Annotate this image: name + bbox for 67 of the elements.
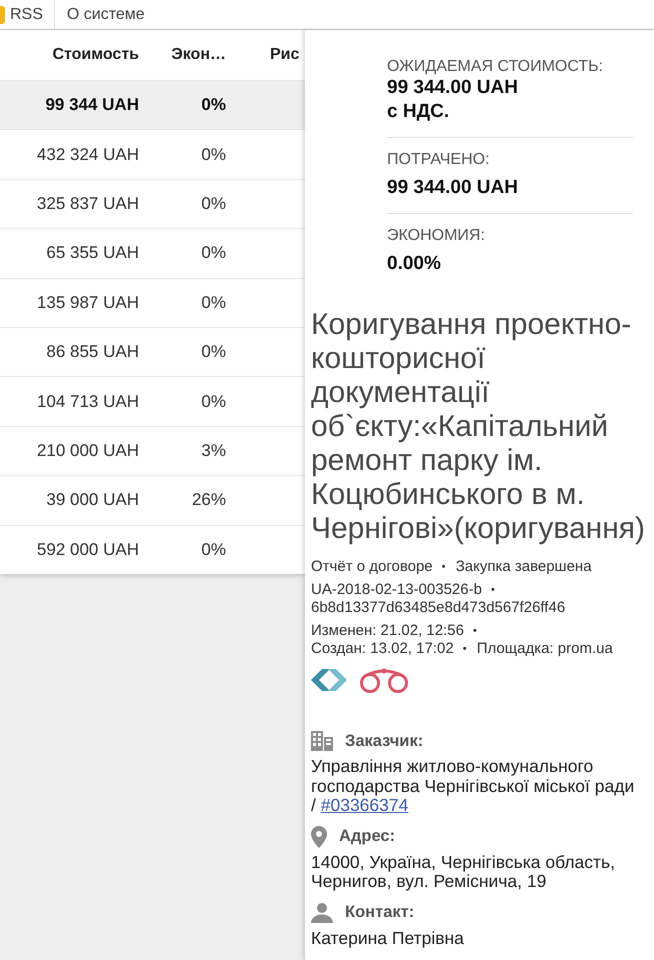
binoculars-icon[interactable] — [359, 667, 409, 693]
contact-name: Катерина Петрівна — [311, 928, 465, 948]
column-header[interactable]: Рис — [237, 46, 305, 64]
table-cell-text: 135 987 UAH — [36, 292, 140, 313]
table-cell-text: 3% — [200, 440, 227, 461]
table-row[interactable]: 39 000 UAH 26% — [0, 475, 305, 525]
section-label: Заказчик: — [345, 732, 424, 750]
stat-value: 0.00% — [387, 252, 442, 276]
customer-id-link[interactable]: #03366374 — [320, 795, 408, 815]
table-cell-text: 0% — [200, 342, 227, 362]
bullet-separator: • — [462, 643, 467, 655]
bullet-separator: • — [490, 584, 495, 596]
bullet-separator: • — [472, 625, 477, 637]
stat-label: ОЖИДАЕМАЯ СТОИМОСТЬ: — [387, 58, 604, 76]
customer-name: Управління житлово-комунального господарства Чернігівської міської ради / #03366374 — [311, 757, 636, 816]
meta-text: Отчёт о договоре — [311, 558, 433, 575]
map-pin-icon — [311, 826, 327, 848]
table-row[interactable]: 210 000 UAH 3% — [0, 426, 305, 476]
table-cell-text: 210 000 UAH — [36, 440, 140, 461]
stat-label: ПОТРАЧЕНО: — [387, 151, 491, 169]
nav-link[interactable]: RSS — [10, 6, 43, 24]
table-cell-text: 0% — [200, 194, 227, 214]
table-cell-text: 0% — [200, 292, 227, 313]
meta-text: Создан: 13.02, 17:02 — [311, 640, 454, 657]
table-cell-text: 104 713 UAH — [36, 392, 140, 412]
meta-text: Площадка: prom.ua — [476, 640, 613, 657]
feed-icon — [0, 6, 5, 24]
table-cell-text: 432 324 UAH — [36, 144, 140, 165]
section-label: Адрес: — [339, 827, 396, 846]
table-cell-text: 65 355 UAH — [45, 243, 140, 264]
table-cell-text: 0% — [200, 95, 227, 116]
address-text: 14000, Україна, Чернігівська область, Чернигов, вул. Реміснича, 19 — [311, 852, 616, 892]
stat-value: 99 344.00 UAH — [387, 176, 519, 200]
table-row[interactable]: 104 713 UAH 0% — [0, 376, 305, 426]
table-cell-text: 0% — [200, 243, 227, 264]
meta-text: 6b8d13377d63485e8d473d567f26ff46 — [311, 599, 566, 616]
column-header[interactable]: Стоимость — [0, 46, 150, 64]
table-cell-text: 26% — [190, 490, 227, 510]
table-cell-text: 99 344 UAH — [44, 95, 140, 116]
nav-link[interactable]: О системе — [66, 6, 145, 24]
building-icon — [311, 731, 333, 751]
column-header[interactable]: Экон… — [150, 46, 237, 64]
table-row[interactable]: 99 344 UAH 0% — [0, 80, 305, 130]
table-cell-text: 325 837 UAH — [36, 194, 140, 214]
table-row[interactable]: 325 837 UAH 0% — [0, 178, 305, 228]
bullet-separator: • — [442, 561, 446, 573]
chevron-logo-icon[interactable] — [311, 668, 347, 692]
table-row[interactable]: 135 987 UAH 0% — [0, 278, 305, 327]
table-cell-text: 592 000 UAH — [36, 540, 140, 560]
table-cell-text: 0% — [200, 392, 227, 412]
table-row[interactable]: 432 324 UAH 0% — [0, 129, 305, 179]
stat-value: 99 344.00 UAH — [387, 76, 519, 100]
tender-title: Коригування проектно-кошторисної документації об`єкту:«Капітальний ремонт парку ім. Коцюбинського в м. Чернігові»(коригування) — [311, 308, 646, 546]
meta-text: Закупка завершена — [456, 558, 592, 575]
table-cell-text: 0% — [200, 540, 227, 560]
vat-note: с НДС. — [387, 100, 450, 124]
table-cell-text: 86 855 UAH — [45, 342, 140, 362]
person-icon — [311, 902, 333, 922]
table-row[interactable]: 592 000 UAH 0% — [0, 524, 305, 574]
table-cell-text: 39 000 UAH — [45, 490, 140, 510]
stat-label: ЭКОНОМИЯ: — [387, 227, 486, 245]
section-label: Контакт: — [345, 903, 414, 922]
meta-text: UA-2018-02-13-003526-b — [311, 581, 482, 598]
table-row[interactable]: 86 855 UAH 0% — [0, 326, 305, 376]
meta-text: Изменен: 21.02, 12:56 — [311, 622, 464, 639]
table-cell-text: 0% — [200, 144, 227, 165]
table-row[interactable]: 65 355 UAH 0% — [0, 228, 305, 278]
